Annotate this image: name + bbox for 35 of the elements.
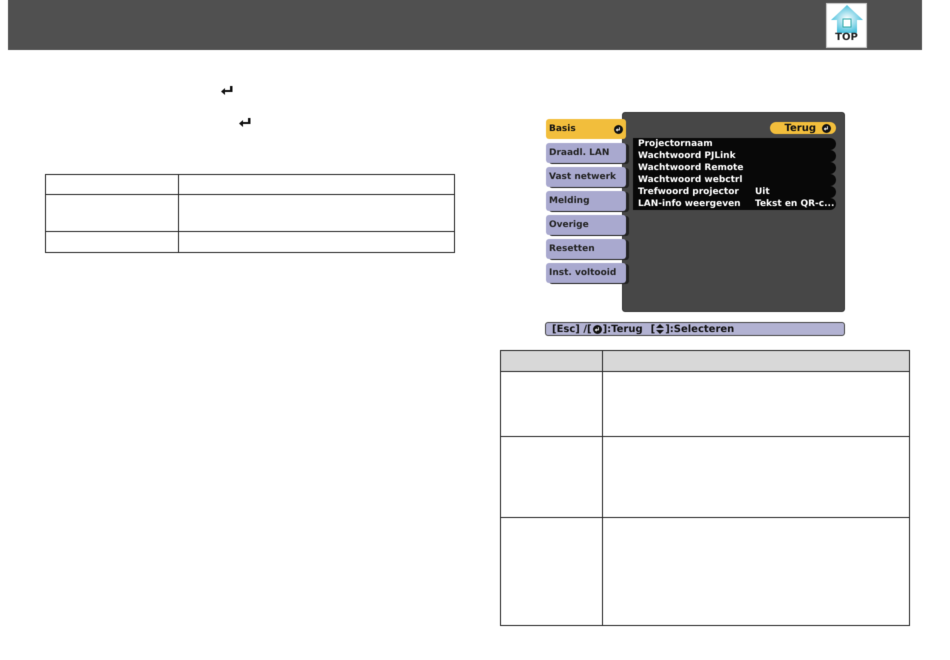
menu-tab[interactable]: Vast netwerk bbox=[546, 167, 626, 187]
key-hint: ]:Terug bbox=[602, 324, 643, 334]
menu-tab[interactable]: Resetten bbox=[546, 239, 626, 259]
enter-icon bbox=[239, 118, 251, 128]
up-down-arrow-icon bbox=[656, 324, 664, 334]
menu-tab[interactable]: Overige bbox=[546, 215, 626, 235]
top-button[interactable]: TOP bbox=[826, 2, 867, 48]
menu-tab[interactable]: Draadl. LAN bbox=[546, 143, 626, 163]
key-hint: [ bbox=[650, 324, 656, 334]
menu-row-value: Uit bbox=[755, 187, 770, 197]
key-hint: [Esc] /[ bbox=[552, 324, 592, 334]
menu-row[interactable]: Wachtwoord Remote bbox=[633, 162, 836, 174]
menu-row-label: Wachtwoord Remote bbox=[638, 163, 744, 173]
menu-row-label: Wachtwoord PJLink bbox=[638, 151, 737, 161]
enter-icon bbox=[822, 124, 831, 132]
menu-row-label: LAN-info weergeven bbox=[638, 199, 742, 209]
menu-row-value: Tekst en QR-c... bbox=[755, 199, 834, 209]
back-button[interactable]: Terug bbox=[770, 122, 836, 134]
menu-row-label: Projectornaam bbox=[638, 139, 714, 149]
menu-tab[interactable]: Basis bbox=[546, 119, 626, 139]
menu-row[interactable]: Trefwoord projector Uit bbox=[633, 186, 836, 198]
enter-icon bbox=[592, 324, 602, 334]
menu-tab[interactable]: Melding bbox=[546, 191, 626, 211]
menu-tab[interactable]: Inst. voltooid bbox=[546, 263, 626, 283]
enter-icon bbox=[221, 86, 233, 96]
menu-row-label: Trefwoord projector bbox=[638, 187, 740, 197]
menu-row[interactable]: Wachtwoord webctrl bbox=[633, 174, 836, 186]
menu-row[interactable]: Wachtwoord PJLink bbox=[633, 150, 836, 162]
house-icon bbox=[828, 4, 864, 34]
key-hint: ]:Selecteren bbox=[665, 324, 734, 334]
menu-row[interactable]: Projectornaam bbox=[633, 138, 836, 150]
menu-row[interactable]: LAN-info weergeven Tekst en QR-c... bbox=[633, 198, 836, 210]
top-label: TOP bbox=[835, 32, 858, 42]
menu-row-label: Wachtwoord webctrl bbox=[638, 175, 744, 185]
enter-icon bbox=[614, 124, 623, 134]
